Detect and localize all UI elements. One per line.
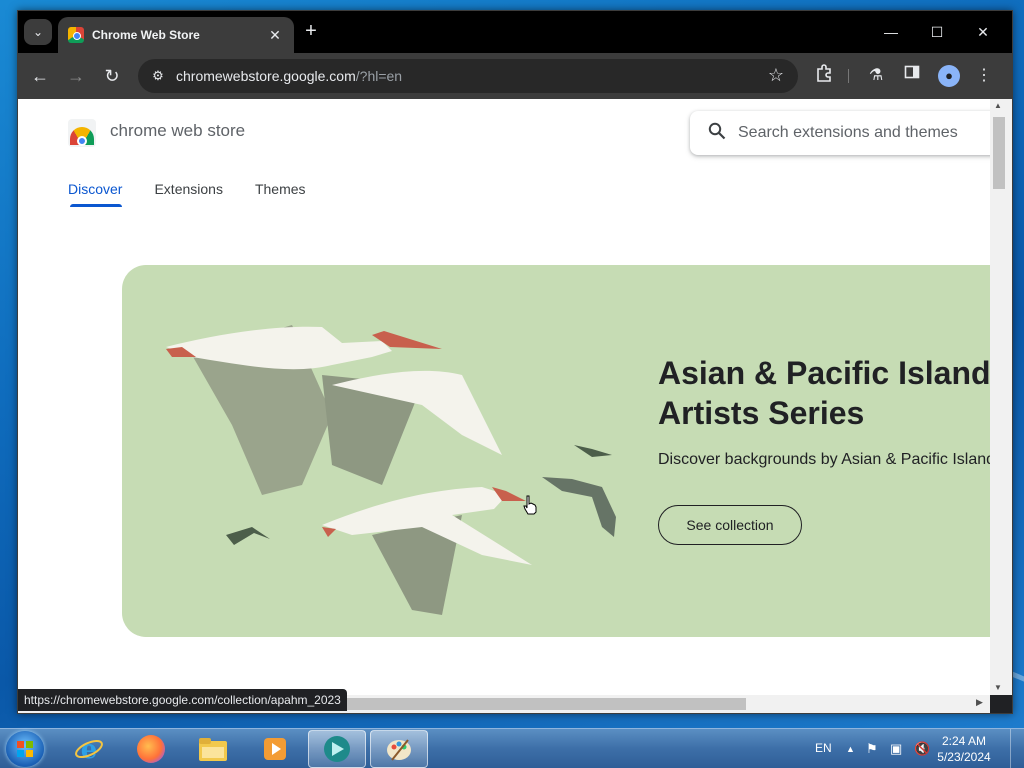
network-icon[interactable]: ▣ bbox=[890, 741, 902, 757]
scroll-up-arrow-icon[interactable]: ▲ bbox=[990, 101, 1006, 110]
language-indicator[interactable]: EN bbox=[815, 741, 832, 755]
svg-text:e: e bbox=[81, 735, 98, 764]
windows-flag-icon bbox=[17, 741, 33, 757]
menu-more-icon[interactable]: ⋮ bbox=[972, 64, 996, 88]
toolbar-separator bbox=[848, 69, 849, 83]
maximize-button[interactable]: ☐ bbox=[922, 21, 952, 43]
extensions-puzzle-icon[interactable] bbox=[812, 64, 836, 88]
profile-avatar-icon[interactable]: ● bbox=[938, 65, 960, 87]
taskbar-firefox[interactable] bbox=[122, 730, 180, 768]
store-nav: Discover Extensions Themes bbox=[68, 181, 306, 207]
firefox-icon bbox=[137, 735, 165, 763]
chrome-web-store-logo-icon[interactable] bbox=[68, 119, 96, 147]
show-desktop-button[interactable] bbox=[1010, 729, 1024, 768]
status-bubble-url: https://chromewebstore.google.com/collec… bbox=[18, 689, 347, 711]
site-info-icon[interactable]: ⚙ bbox=[148, 68, 168, 84]
browser-toolbar: ← → ↻ ⚙ chromewebstore.google.com/?hl=en… bbox=[18, 53, 1012, 99]
taskbar: e EN ▲ ⚑ ▣ 🔇 2:24 AM 5/23/2024 bbox=[0, 728, 1024, 768]
media-player-icon bbox=[264, 738, 286, 760]
taskbar-internet-explorer[interactable]: e bbox=[60, 730, 118, 768]
paint-icon bbox=[387, 739, 411, 761]
volume-muted-icon[interactable]: 🔇 bbox=[914, 741, 930, 757]
file-explorer-icon bbox=[199, 738, 227, 761]
small-bird-2 bbox=[542, 477, 616, 537]
small-bird-1 bbox=[226, 527, 270, 545]
hero-title: Asian & Pacific Islander Artists Series bbox=[658, 355, 990, 431]
taskbar-chrome-app[interactable] bbox=[308, 730, 366, 768]
taskbar-media-player[interactable] bbox=[246, 730, 304, 768]
close-window-button[interactable]: ✕ bbox=[968, 21, 998, 43]
taskbar-file-explorer[interactable] bbox=[184, 730, 242, 768]
chrome-web-store-favicon-icon bbox=[68, 27, 84, 43]
hero-banner[interactable]: Asian & Pacific Islander Artists Series … bbox=[122, 265, 990, 637]
search-box[interactable] bbox=[690, 111, 990, 155]
page-content: chrome web store Discover Extensions The… bbox=[18, 99, 990, 695]
system-clock[interactable]: 2:24 AM 5/23/2024 bbox=[934, 733, 994, 765]
vertical-scrollbar[interactable]: ▲ ▼ bbox=[990, 99, 1012, 695]
scroll-down-arrow-icon[interactable]: ▼ bbox=[990, 683, 1006, 692]
chrome-app-icon bbox=[324, 736, 350, 762]
hand-cursor-icon bbox=[523, 495, 537, 515]
tab-chrome-web-store[interactable]: Chrome Web Store ✕ bbox=[58, 17, 294, 53]
tab-extensions[interactable]: Extensions bbox=[154, 181, 222, 207]
flying-birds-illustration bbox=[166, 325, 616, 615]
vertical-scroll-thumb[interactable] bbox=[993, 117, 1005, 189]
bookmark-star-icon[interactable]: ☆ bbox=[768, 65, 784, 86]
forward-button[interactable]: → bbox=[64, 64, 88, 88]
tab-title: Chrome Web Store bbox=[92, 28, 200, 42]
store-name[interactable]: chrome web store bbox=[110, 121, 245, 141]
minimize-button[interactable]: — bbox=[876, 21, 906, 43]
search-icon bbox=[708, 122, 726, 145]
tab-themes[interactable]: Themes bbox=[255, 181, 306, 207]
chrome-window: ⌄ Chrome Web Store ✕ + — ☐ ✕ ← → ↻ ⚙ chr… bbox=[17, 10, 1013, 714]
reload-button[interactable]: ↻ bbox=[100, 64, 124, 88]
taskbar-paint[interactable] bbox=[370, 730, 428, 768]
internet-explorer-icon: e bbox=[75, 735, 103, 764]
tab-strip: ⌄ Chrome Web Store ✕ + — ☐ ✕ bbox=[18, 11, 1012, 53]
address-bar[interactable]: ⚙ chromewebstore.google.com/?hl=en ☆ bbox=[138, 59, 798, 93]
start-button[interactable] bbox=[6, 731, 44, 767]
tab-discover[interactable]: Discover bbox=[68, 181, 123, 207]
labs-flask-icon[interactable]: ⚗ bbox=[864, 64, 888, 88]
scroll-right-arrow-icon[interactable]: ▶ bbox=[976, 697, 983, 708]
see-collection-button[interactable]: See collection bbox=[658, 505, 802, 545]
action-center-flag-icon[interactable]: ⚑ bbox=[866, 741, 878, 757]
tab-close-icon[interactable]: ✕ bbox=[266, 27, 284, 44]
show-hidden-icons-icon[interactable]: ▲ bbox=[846, 744, 855, 754]
tab-search-button[interactable]: ⌄ bbox=[24, 19, 52, 45]
url-text: chromewebstore.google.com/?hl=en bbox=[176, 68, 403, 84]
side-panel-icon[interactable] bbox=[900, 64, 924, 88]
search-input[interactable] bbox=[738, 124, 988, 142]
hero-subtitle: Discover backgrounds by Asian & Pacific … bbox=[658, 451, 990, 468]
small-bird-3 bbox=[574, 445, 612, 457]
new-tab-button[interactable]: + bbox=[300, 21, 322, 43]
back-button[interactable]: ← bbox=[28, 64, 52, 88]
